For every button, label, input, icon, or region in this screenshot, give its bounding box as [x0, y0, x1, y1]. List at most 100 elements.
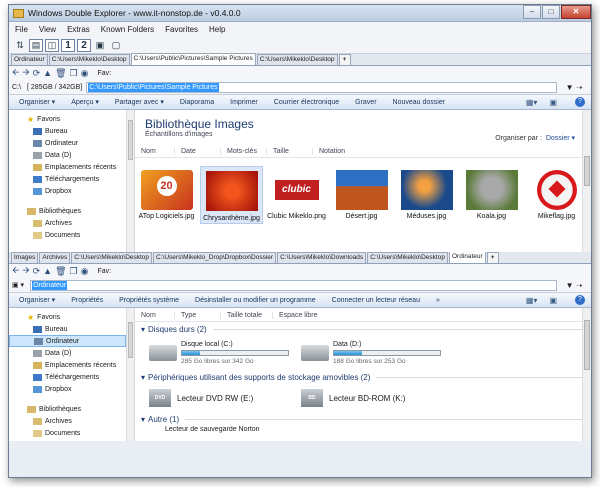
cmd-nouveau-dossier[interactable]: Nouveau dossier	[393, 99, 446, 106]
cmd-graver[interactable]: Graver	[355, 99, 376, 106]
help-icon[interactable]: ?	[575, 97, 585, 107]
top-tab[interactable]: C:\Users\Mikeklo\Desktop	[48, 54, 130, 65]
drive-selector[interactable]: C:\	[12, 84, 21, 91]
nav-documents[interactable]: Documents	[9, 427, 126, 439]
view-options-icon[interactable]: ▦▾	[526, 98, 538, 107]
nav-favoris[interactable]: ★ Favoris	[9, 113, 126, 125]
bottom-path-input[interactable]: Ordinateur	[30, 279, 557, 291]
nav-recent[interactable]: Emplacements récents	[9, 161, 126, 173]
disk-d[interactable]: Data (D:) 188 Go libres sur 253 Go	[301, 341, 449, 365]
refresh-icon[interactable]: ⟳	[33, 266, 41, 277]
disk-c[interactable]: Disque local (C:) 285 Go libres sur 342 G…	[149, 341, 297, 365]
bottom-tab[interactable]: C:\Users\Mikeklo\Downloads	[277, 252, 367, 263]
cmd-partager[interactable]: Partager avec ▾	[115, 98, 164, 106]
cmd-more[interactable]: »	[436, 297, 440, 304]
nav-bibliotheques[interactable]: Bibliothèques	[9, 403, 126, 415]
help-icon[interactable]: ?	[575, 295, 585, 305]
back-arrow-icon[interactable]: 🡨	[12, 65, 19, 81]
favorites-label[interactable]: Fav:	[97, 268, 111, 275]
col-notation[interactable]: Notation	[313, 148, 373, 155]
group-amovibles[interactable]: ▾ Périphériques utilisant des supports de…	[135, 370, 591, 384]
nav-archives[interactable]: Archives	[9, 217, 126, 229]
go-icon[interactable]: ▼ ➝	[557, 83, 591, 92]
minimize-button[interactable]: –	[523, 5, 541, 19]
cmd-apercu[interactable]: Aperçu ▾	[71, 98, 99, 106]
file-thumbnail[interactable]: Désert.jpg	[330, 166, 393, 224]
nav-dropbox[interactable]: Dropbox	[9, 383, 126, 395]
bottom-tab[interactable]: C:\Users\Mikeklo\Desktop	[367, 252, 448, 263]
col-mots-cles[interactable]: Mots-clés	[221, 148, 267, 155]
maximize-button[interactable]: □	[542, 5, 560, 19]
new-tab-button[interactable]: +	[338, 54, 351, 65]
up-folder-icon[interactable]: ▲	[43, 68, 52, 78]
drive-bd[interactable]: BD Lecteur BD-ROM (K:)	[301, 389, 449, 407]
cmd-connecter-lecteur[interactable]: Connecter un lecteur réseau	[332, 297, 420, 304]
preview-pane-icon[interactable]: ▣	[549, 296, 557, 305]
top-tab[interactable]: Ordinateur	[11, 54, 48, 65]
horizontal-split-icon[interactable]: ▤	[29, 38, 43, 52]
bottom-tab[interactable]: Archives	[39, 252, 71, 263]
col-taille[interactable]: Taille	[267, 148, 313, 155]
nav-scrollbar[interactable]	[127, 308, 135, 441]
file-thumbnail[interactable]: Koala.jpg	[460, 166, 523, 224]
view-options-icon[interactable]: ▦▾	[526, 296, 538, 305]
menu-favorites[interactable]: Favorites	[165, 25, 198, 34]
menu-help[interactable]: Help	[209, 25, 225, 34]
view-toggle-icon[interactable]: ◉	[81, 68, 89, 79]
up-folder-icon[interactable]: ▲	[43, 266, 52, 276]
top-tab-active[interactable]: C:\Users\Public\Pictures\Sample Pictures	[130, 53, 256, 65]
favorites-label[interactable]: Fav:	[97, 70, 111, 77]
nav-downloads[interactable]: Téléchargements	[9, 173, 126, 185]
group-disques-durs[interactable]: ▾ Disques durs (2)	[135, 322, 591, 336]
cmd-proprietes[interactable]: Propriétés	[71, 297, 103, 304]
nav-data[interactable]: Data (D)	[9, 149, 126, 161]
nav-recent[interactable]: Emplacements récents	[9, 359, 126, 371]
close-button[interactable]: ✕	[561, 5, 591, 19]
cmd-courrier[interactable]: Courrier électronique	[274, 99, 339, 106]
nav-bureau[interactable]: Bureau	[9, 125, 126, 137]
forward-arrow-icon[interactable]: 🡪	[22, 65, 29, 81]
cmd-proprietes-systeme[interactable]: Propriétés système	[119, 297, 179, 304]
delete-icon[interactable]: 🗑	[55, 68, 66, 79]
bottom-tab[interactable]: C:\Users\Mikeklo\Desktop	[71, 252, 153, 263]
cmd-organiser[interactable]: Organiser ▾	[19, 296, 55, 304]
forward-arrow-icon[interactable]: 🡪	[22, 263, 29, 279]
view-toggle-icon[interactable]: ◉	[81, 266, 89, 277]
menu-known-folders[interactable]: Known Folders	[101, 25, 154, 34]
bottom-tab-active[interactable]: Ordinateur	[448, 251, 486, 263]
new-tab-button[interactable]: +	[486, 252, 499, 263]
nav-ordinateur[interactable]: Ordinateur	[9, 137, 126, 149]
col-espace-libre[interactable]: Espace libre	[273, 312, 333, 319]
file-thumbnail[interactable]: Chrysanthème.jpg	[200, 166, 263, 224]
file-thumbnail[interactable]: 20 ATop Logiciels.jpg	[135, 166, 198, 224]
nav-documents[interactable]: Documents	[9, 229, 126, 241]
file-thumbnail[interactable]: Mikeflag.jpg	[525, 166, 588, 224]
refresh-icon[interactable]: ⟳	[33, 68, 41, 79]
nav-bureau[interactable]: Bureau	[9, 323, 126, 335]
content-scrollbar[interactable]	[582, 110, 591, 252]
nav-downloads[interactable]: Téléchargements	[9, 371, 126, 383]
back-arrow-icon[interactable]: 🡨	[12, 263, 19, 279]
preview-pane-icon[interactable]: ▣	[549, 98, 557, 107]
nav-scrollbar[interactable]	[127, 110, 135, 252]
file-thumbnail[interactable]: clubic Clubic Mikeklo.png	[265, 166, 328, 224]
top-tab[interactable]: C:\Users\Mikeklo\Desktop	[256, 54, 338, 65]
menu-extras[interactable]: Extras	[67, 25, 90, 34]
monitor-icon[interactable]: ▣	[93, 39, 107, 52]
top-path-input[interactable]: C:\Users\Public\Pictures\Sample Pictures	[86, 81, 557, 93]
cmd-desinstaller[interactable]: Désinstaller ou modifier un programme	[195, 297, 316, 304]
cmd-imprimer[interactable]: Imprimer	[230, 99, 258, 106]
other-item[interactable]: Lecteur de sauvegarde Norton	[135, 426, 591, 436]
nav-data[interactable]: Data (D)	[9, 347, 126, 359]
content-scrollbar[interactable]	[582, 308, 591, 441]
copy-icon[interactable]: ❐	[70, 266, 78, 277]
col-nom[interactable]: Nom	[135, 148, 175, 155]
col-taille-totale[interactable]: Taille totale	[221, 312, 273, 319]
cmd-diaporama[interactable]: Diaporama	[180, 99, 214, 106]
computer-selector[interactable]: ▣ ▾	[12, 281, 24, 289]
nav-archives[interactable]: Archives	[9, 415, 126, 427]
delete-icon[interactable]: 🗑	[55, 266, 66, 277]
cmd-organiser[interactable]: Organiser ▾	[19, 98, 55, 106]
dual-pane-button[interactable]: 2	[77, 38, 91, 52]
drive-dvd[interactable]: DVD Lecteur DVD RW (E:)	[149, 389, 297, 407]
